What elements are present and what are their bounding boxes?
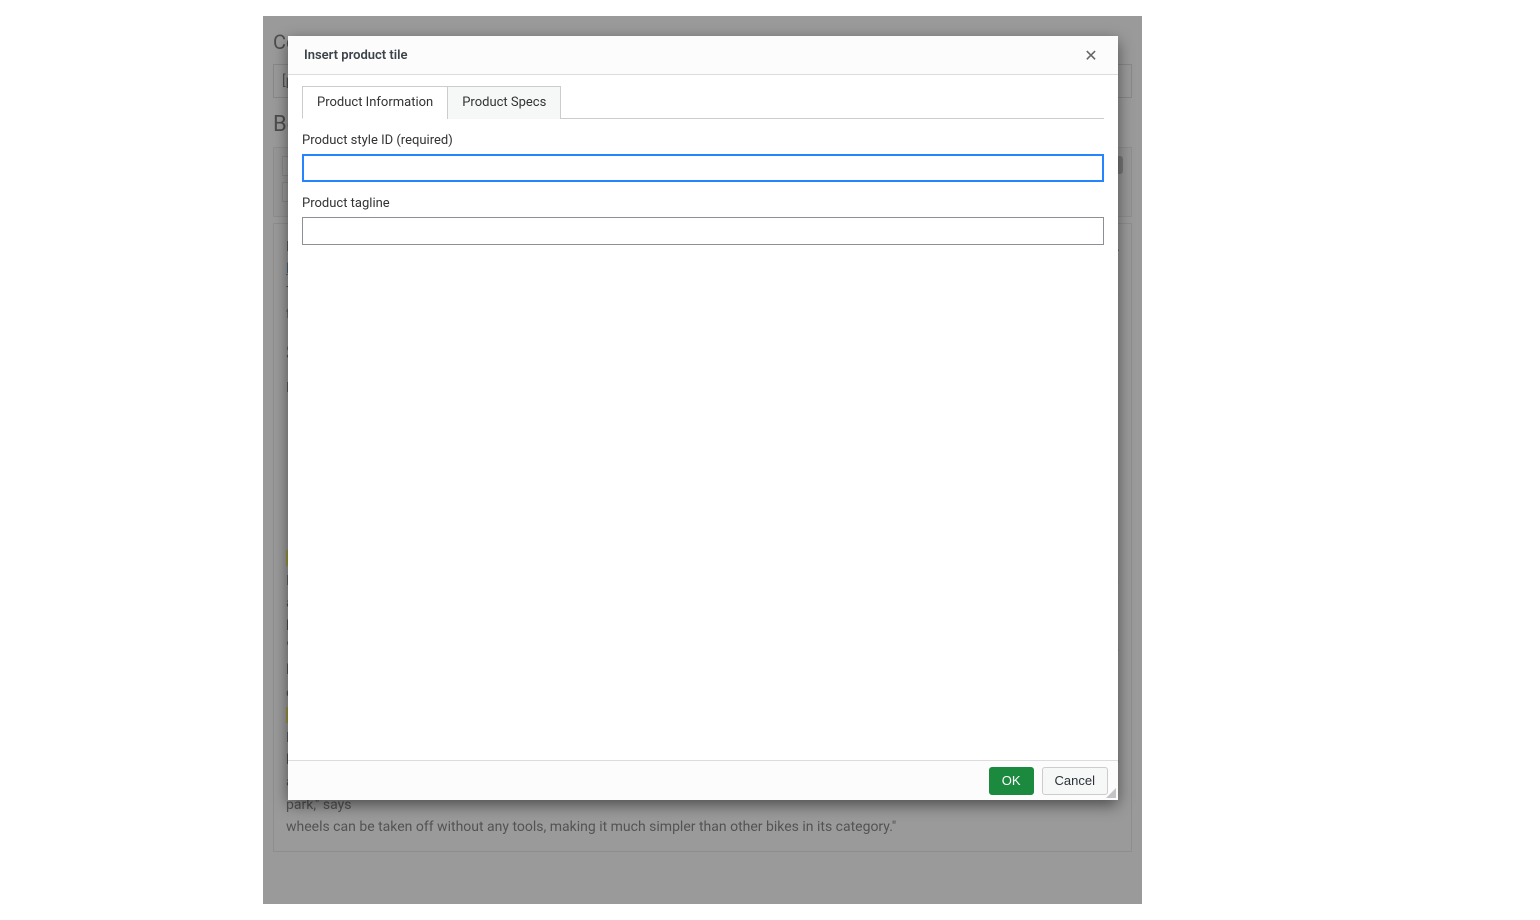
label-style-id: Product style ID (required) xyxy=(302,133,1104,148)
form-group-tagline: Product tagline xyxy=(302,196,1104,245)
insert-product-tile-modal: Insert product tile ✕ Product Informatio… xyxy=(288,36,1118,800)
resize-handle[interactable] xyxy=(1104,786,1116,798)
modal-header: Insert product tile ✕ xyxy=(288,36,1118,75)
label-tagline: Product tagline xyxy=(302,196,1104,211)
cancel-button[interactable]: Cancel xyxy=(1042,767,1108,795)
tab-product-information[interactable]: Product Information xyxy=(302,86,448,119)
ok-button[interactable]: OK xyxy=(989,767,1034,795)
form-group-style-id: Product style ID (required) xyxy=(302,133,1104,182)
input-product-style-id[interactable] xyxy=(302,154,1104,182)
modal-body: Product Information Product Specs Produc… xyxy=(288,75,1118,760)
input-product-tagline[interactable] xyxy=(302,217,1104,245)
close-icon: ✕ xyxy=(1084,46,1097,65)
modal-tabs: Product Information Product Specs xyxy=(302,85,1104,119)
modal-footer: OK Cancel xyxy=(288,760,1118,800)
modal-title: Insert product tile xyxy=(304,48,408,63)
modal-close-button[interactable]: ✕ xyxy=(1076,40,1106,70)
tab-product-specs[interactable]: Product Specs xyxy=(447,86,561,119)
